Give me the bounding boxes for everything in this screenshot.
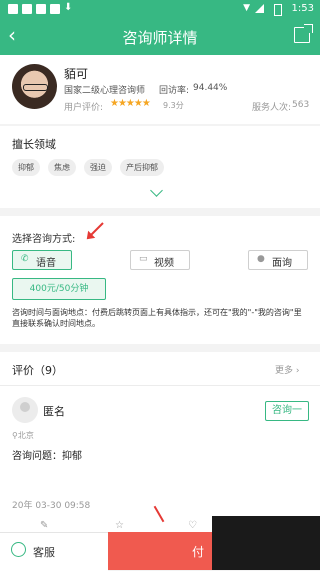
voice-button[interactable]: ✆ 语音	[12, 250, 72, 270]
battery-icon	[274, 4, 282, 16]
price-option[interactable]: 400元/50分钟	[12, 278, 106, 300]
dark-overlay	[212, 516, 320, 570]
served-label: 服务人次:	[252, 103, 292, 113]
review-location: ⚲北京	[12, 430, 34, 441]
reviewer-name: 匿名	[43, 405, 65, 418]
video-icon: ▭	[139, 254, 148, 264]
rating-score: 9.3分	[163, 101, 184, 110]
like-icon[interactable]: ♡	[188, 520, 197, 531]
video-button[interactable]: ▭ 视频	[130, 250, 190, 270]
expertise-tag: 产后抑郁	[120, 159, 164, 176]
visit-rate-label: 回访率:	[159, 86, 190, 96]
expertise-tag: 焦虑	[48, 159, 76, 176]
expertise-tag: 强迫	[84, 159, 112, 176]
consult-method-title: 选择咨询方式:	[12, 234, 76, 245]
star-icon[interactable]: ☆	[115, 520, 124, 531]
person-icon: ●	[257, 254, 265, 264]
served-count: 563	[292, 100, 310, 110]
face-to-face-button[interactable]: ● 面询	[248, 250, 308, 270]
page-title: 咨询师详情	[122, 29, 198, 47]
visit-rate: 94.44%	[193, 83, 228, 93]
review-issue: 咨询问题：抑郁	[12, 451, 82, 462]
avatar	[12, 64, 57, 109]
chevron-down-icon[interactable]	[150, 184, 163, 197]
rating-label: 用户评价:	[64, 103, 104, 113]
customer-service-button[interactable]: 客服	[0, 532, 108, 571]
notification-icon	[36, 4, 46, 14]
rating-stars: ★★★★★	[110, 98, 151, 109]
counselor-name: 貊可	[64, 67, 89, 81]
wifi-icon: ▼	[243, 3, 250, 13]
face-label: 面询	[272, 258, 292, 269]
expertise-tag: 抑郁	[12, 159, 40, 176]
reviews-section: 评价（9） 更多 › 匿名 咨询一 ⚲北京 咨询问题：抑郁 20年 03-30 …	[0, 352, 320, 532]
qualification: 国家二级心理咨询师	[64, 86, 146, 96]
divider	[0, 385, 320, 386]
voice-label: 语音	[36, 258, 56, 269]
phone-icon: ✆	[21, 254, 29, 264]
reviews-title: 评价（9）	[12, 364, 63, 377]
notification-icon	[22, 4, 32, 14]
more-link[interactable]: 更多 ›	[275, 363, 299, 376]
expertise-section: 擅长领域 抑郁 焦虑 强迫 产后抑郁	[0, 126, 320, 208]
app-header: ‹ 咨询师详情	[0, 18, 320, 55]
counselor-profile: 貊可 国家二级心理咨询师 回访率: 94.44% 用户评价: ★★★★★ 9.3…	[0, 55, 320, 124]
consult-section: 选择咨询方式: ✆ 语音 ▭ 视频 ● 面询 400元/50分钟 咨询时间与面询…	[0, 216, 320, 344]
share-icon[interactable]	[294, 24, 313, 43]
consult-note: 咨询时间与面询地点：付费后跳转页面上有具体指示，还可在"我的"-"我的咨询"里直…	[12, 308, 302, 328]
consult-button[interactable]: 咨询一	[265, 401, 309, 421]
review-date: 20年 03-30 09:58	[12, 501, 91, 511]
reviewer-avatar	[12, 397, 38, 423]
notification-icon	[50, 4, 60, 14]
notification-icon	[8, 4, 18, 14]
customer-service-label: 客服	[33, 546, 55, 559]
clock: 1:53	[291, 3, 314, 14]
location-label: 北京	[17, 431, 34, 440]
headset-icon	[11, 542, 26, 557]
status-bar: ⬇ ▼ 1:53	[0, 0, 320, 18]
video-label: 视频	[154, 258, 174, 269]
expertise-title: 擅长领域	[12, 138, 56, 151]
comment-icon[interactable]: ✎	[40, 520, 48, 531]
download-icon: ⬇	[64, 2, 73, 13]
more-label: 更多	[275, 366, 294, 376]
pay-label: 付	[192, 545, 205, 559]
signal-icon	[255, 4, 264, 13]
